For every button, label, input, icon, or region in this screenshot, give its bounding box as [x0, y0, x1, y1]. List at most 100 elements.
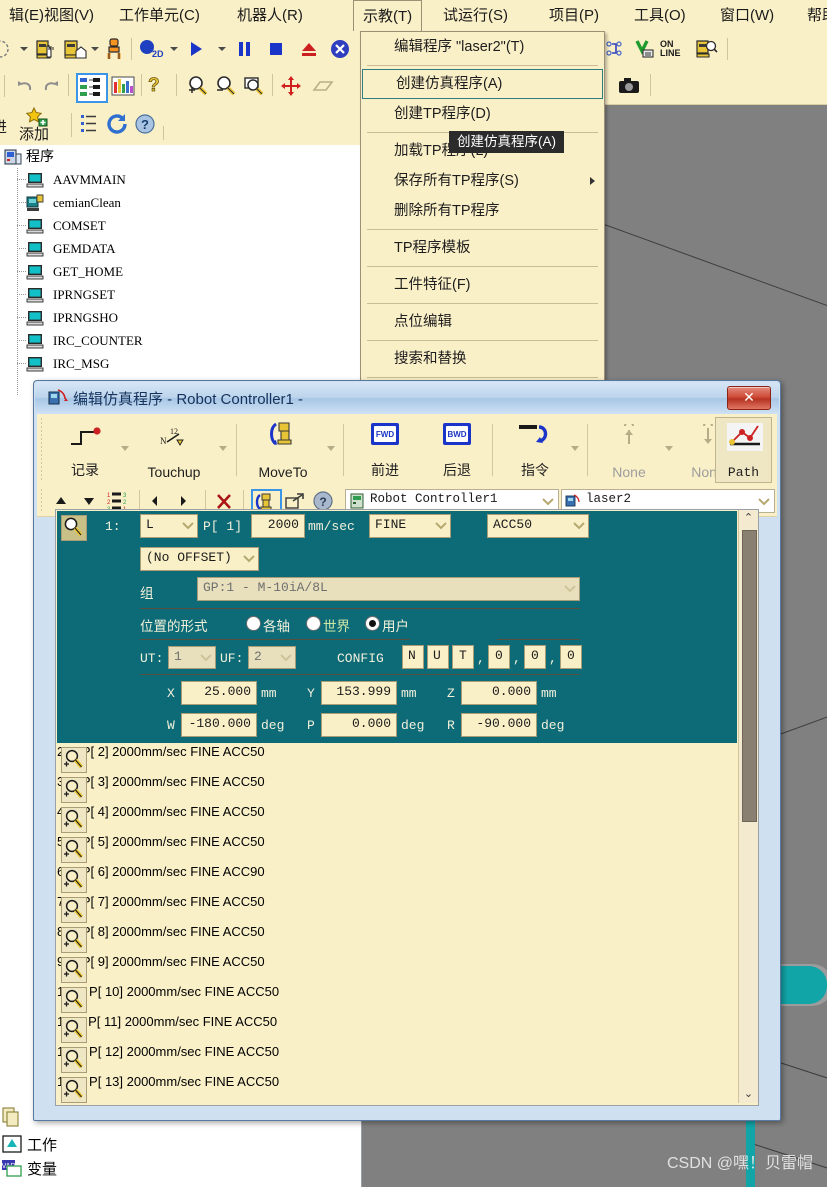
teach-pendant-editor[interactable]: 1: L P[ 1] 2000 mm/sec FINE ACC50 (No OF… — [57, 511, 737, 743]
partial-circle-icon[interactable] — [0, 39, 14, 59]
chevron-down-icon[interactable] — [170, 47, 178, 51]
teach-robot-home-icon[interactable] — [62, 37, 88, 61]
coord-y-field[interactable]: 153.999 — [321, 681, 397, 705]
line-detail-toggle[interactable] — [61, 807, 87, 833]
tree-view-toggle[interactable] — [76, 73, 108, 103]
move-up-icon[interactable] — [53, 493, 69, 509]
dialog-title-bar[interactable]: 编辑仿真程序 - Robot Controller1 - ✕ — [35, 382, 779, 414]
program-line-row[interactable]: 4: L P[ 4] 2000mm/sec FINE ACC50 — [57, 804, 737, 834]
path-button[interactable]: Path — [715, 417, 772, 483]
menu-testrun[interactable]: 试运行(S) — [434, 0, 517, 31]
menu-view[interactable]: 视图(V) — [35, 0, 103, 31]
program-line-row[interactable]: 13: L P[ 13] 2000mm/sec FINE ACC50 — [57, 1074, 737, 1104]
pan-plane-icon[interactable] — [310, 76, 336, 96]
config-flag-2[interactable]: T — [452, 645, 474, 669]
close-button[interactable]: ✕ — [727, 386, 771, 410]
config-num-1[interactable]: 0 — [524, 645, 546, 669]
chevron-down-icon[interactable] — [91, 47, 99, 51]
pause-icon[interactable] — [236, 40, 252, 58]
line-detail-toggle-1[interactable] — [61, 515, 87, 541]
termination-select[interactable]: FINE — [369, 514, 451, 538]
posture-radio-world[interactable] — [306, 616, 321, 631]
tree-item[interactable]: COMSET — [0, 214, 361, 237]
browser-prev-label[interactable]: 进 — [0, 116, 7, 137]
edit-sim-program-dialog[interactable]: 编辑仿真程序 - Robot Controller1 - ✕ 记录 N 12 T… — [33, 380, 781, 1121]
chevron-down-icon[interactable] — [541, 494, 555, 508]
download-green-icon[interactable] — [634, 39, 656, 59]
chevron-down-icon[interactable] — [279, 650, 293, 664]
teach-pendant-panel[interactable]: 1: L P[ 1] 2000 mm/sec FINE ACC50 (No OF… — [55, 509, 759, 1106]
stop-icon[interactable] — [268, 40, 284, 58]
menu-item-create-tp-program[interactable]: 创建TP程序(D) — [361, 99, 604, 129]
chevron-down-icon[interactable] — [121, 446, 129, 451]
chevron-down-icon[interactable] — [572, 518, 586, 532]
chevron-down-icon[interactable] — [219, 446, 227, 451]
backward-button[interactable]: BWD 后退 — [423, 418, 491, 482]
scroll-down-arrow[interactable]: ⌄ — [739, 1086, 758, 1103]
menu-robot[interactable]: 机器人(R) — [228, 0, 312, 31]
pickup-none-button[interactable]: None — [595, 418, 663, 482]
tree-item[interactable]: IRC_COUNTER — [0, 329, 361, 352]
chevron-down-icon[interactable] — [757, 494, 771, 508]
chevron-down-icon[interactable] — [20, 47, 28, 51]
chart-colors-icon[interactable] — [110, 75, 136, 97]
chevron-down-icon[interactable] — [199, 650, 213, 664]
ut-select[interactable]: 1 — [168, 646, 216, 669]
tree-item[interactable]: GEMDATA — [0, 237, 361, 260]
zoom-in-icon[interactable] — [186, 75, 210, 97]
group-select[interactable]: GP:1 - M-10iA/8L — [197, 577, 580, 601]
forward-button[interactable]: FWD 前进 — [351, 418, 419, 482]
browser-add-label[interactable]: 添加 — [19, 123, 49, 144]
line-detail-toggle[interactable] — [61, 987, 87, 1013]
config-flag-0[interactable]: N — [402, 645, 424, 669]
menu-item-save-all-tp[interactable]: 保存所有TP程序(S) — [361, 166, 604, 196]
chevron-down-icon[interactable] — [434, 518, 448, 532]
help-circle-icon[interactable]: ? — [313, 491, 333, 511]
scroll-up-arrow[interactable]: ⌃ — [739, 510, 758, 527]
fit-view-icon[interactable] — [280, 75, 302, 97]
robot-inspect-icon[interactable] — [694, 38, 718, 60]
menu-cell[interactable]: 工作单元(C) — [110, 0, 209, 31]
posture-radio-joint[interactable] — [246, 616, 261, 631]
teach-robot-hand-icon[interactable] — [33, 37, 59, 61]
config-num-0[interactable]: 0 — [488, 645, 510, 669]
program-line-row[interactable]: 2: L P[ 2] 2000mm/sec FINE ACC50 — [57, 744, 737, 774]
abort-icon[interactable] — [330, 39, 350, 59]
moveto-button[interactable]: MoveTo — [245, 418, 321, 482]
menu-tools[interactable]: 工具(O) — [625, 0, 695, 31]
view-2d-icon[interactable]: 2D — [139, 39, 165, 59]
touchup-button[interactable]: N 12 Touchup — [135, 418, 213, 482]
speed-field[interactable]: 2000 — [251, 514, 305, 538]
chevron-down-icon[interactable] — [327, 446, 335, 451]
io-connection-icon[interactable] — [606, 39, 628, 59]
redo-icon[interactable] — [40, 77, 62, 95]
offset-select[interactable]: (No OFFSET) — [140, 547, 259, 571]
menu-item-tp-template[interactable]: TP程序模板 — [361, 233, 604, 263]
line-detail-toggle[interactable] — [61, 927, 87, 953]
record-button[interactable]: 记录 — [51, 418, 119, 482]
open-external-icon[interactable] — [285, 492, 305, 510]
program-line-list[interactable]: 2: L P[ 2] 2000mm/sec FINE ACC50 3: L P[ … — [57, 744, 737, 1104]
menu-item-part-feature[interactable]: 工件特征(F) — [361, 270, 604, 300]
menu-item-delete-all-tp[interactable]: 删除所有TP程序 — [361, 196, 604, 226]
tree-root[interactable]: 程序 — [0, 145, 361, 168]
coord-x-field[interactable]: 25.000 — [181, 681, 257, 705]
chevron-down-icon[interactable] — [665, 446, 673, 451]
gripper-orange-icon[interactable] — [104, 37, 124, 61]
menu-item-create-sim-program[interactable]: 创建仿真程序(A) — [362, 69, 603, 99]
coord-w-field[interactable]: -180.000 — [181, 713, 257, 737]
program-line-row[interactable]: 6: L P[ 6] 2000mm/sec FINE ACC90 — [57, 864, 737, 894]
renumber-icon[interactable]: 1 3 2 2 3 1 — [107, 491, 131, 511]
sidebar-item-variable[interactable]: VAR 变量 — [0, 1156, 200, 1180]
program-line-row[interactable]: 9: L P[ 9] 2000mm/sec FINE ACC50 — [57, 954, 737, 984]
acceleration-select[interactable]: ACC50 — [487, 514, 589, 538]
line-detail-toggle[interactable] — [61, 957, 87, 983]
config-num-2[interactable]: 0 — [560, 645, 582, 669]
help-question-icon[interactable]: ? — [148, 74, 160, 97]
line-detail-toggle[interactable] — [61, 747, 87, 773]
scroll-thumb[interactable] — [742, 530, 757, 822]
sidebar-item-work[interactable]: 工作 — [0, 1132, 200, 1156]
coord-p-field[interactable]: 0.000 — [321, 713, 397, 737]
play-icon[interactable] — [187, 40, 205, 58]
tree-item[interactable]: AAVMMAIN — [0, 168, 361, 191]
